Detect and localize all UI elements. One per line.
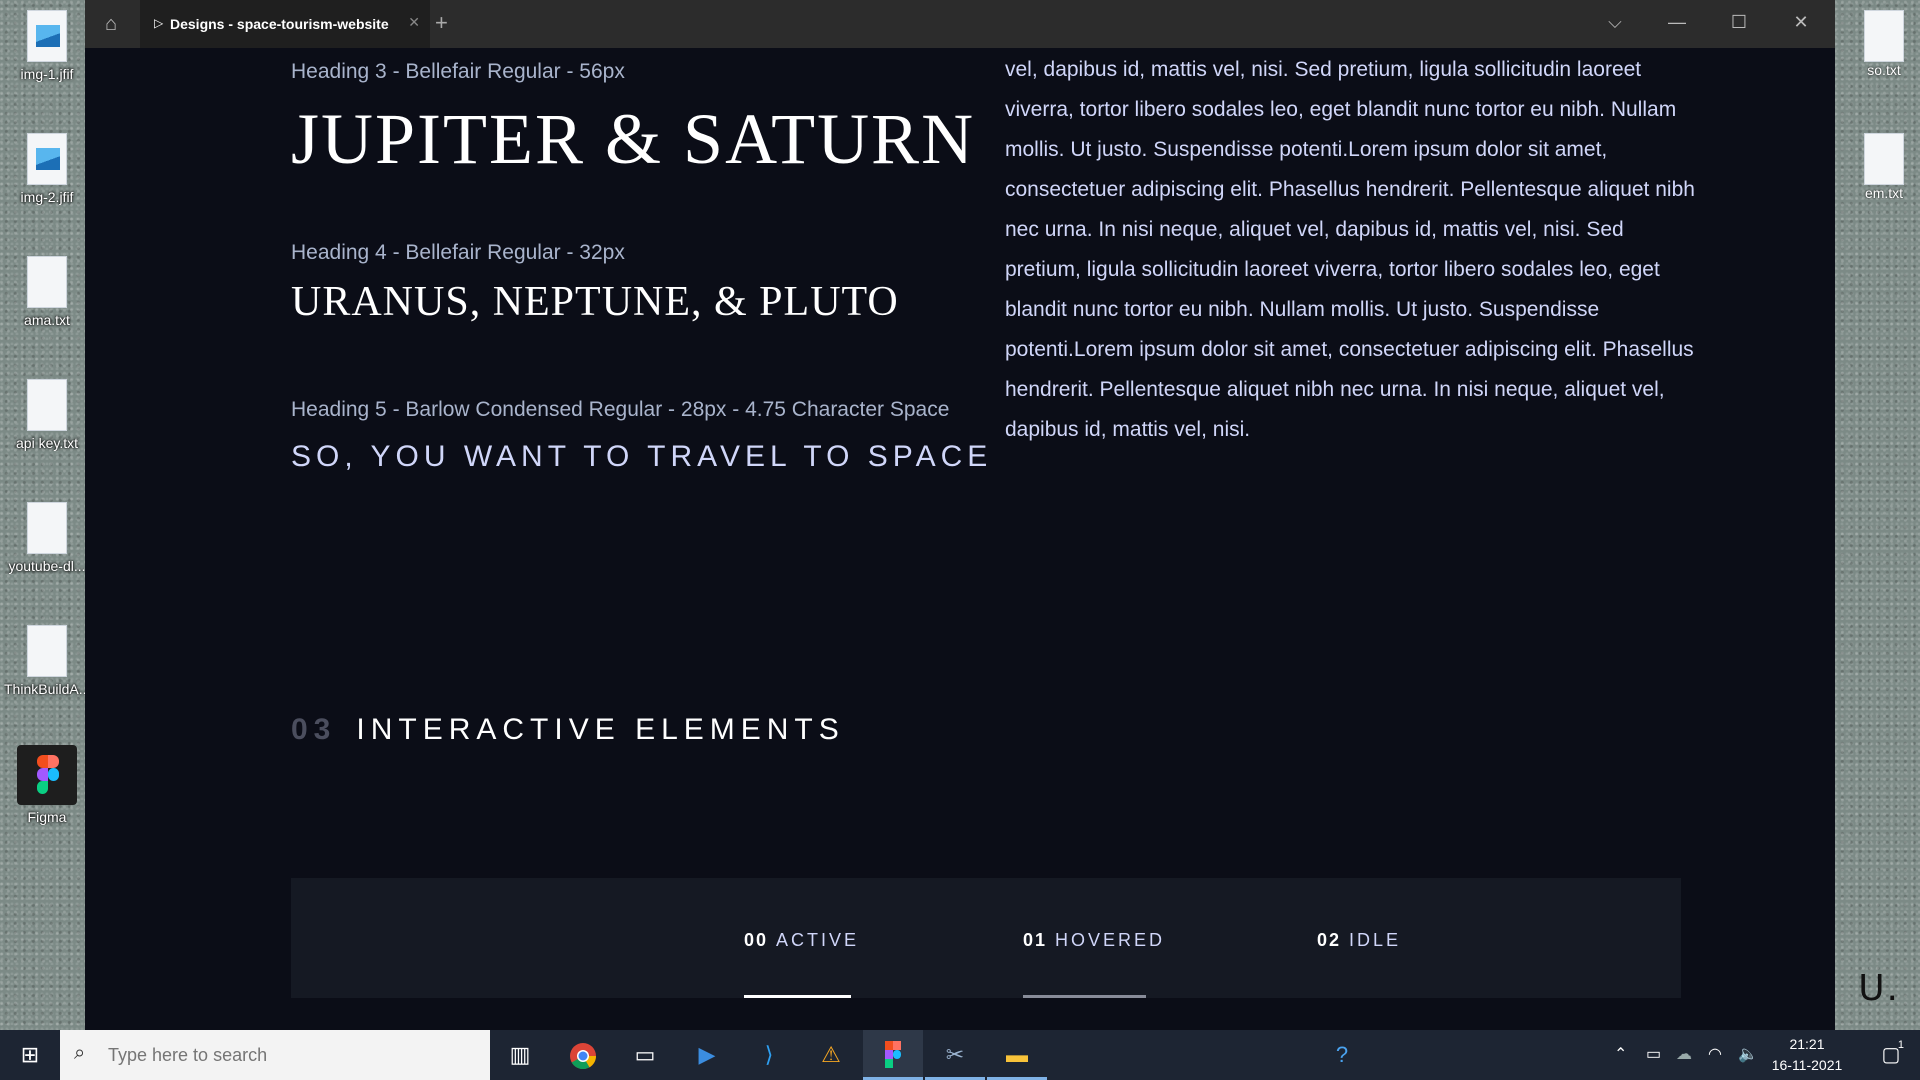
close-window-button[interactable]: ✕ <box>1789 12 1813 33</box>
tab-label: HOVERED <box>1055 930 1166 950</box>
tab-label: IDLE <box>1349 930 1402 950</box>
text-file-icon <box>1864 10 1904 62</box>
maximize-button[interactable]: ☐ <box>1727 12 1751 33</box>
search-input[interactable] <box>108 1030 478 1080</box>
desktop-icon-label: img-1.jfif <box>20 66 74 82</box>
wallpaper-edge-text: U. <box>1858 968 1900 1009</box>
desktop-icon-api-key[interactable]: api key.txt <box>4 379 90 451</box>
figma-taskbar-icon[interactable] <box>863 1030 923 1080</box>
desktop-icon-label: img-2.jfif <box>20 189 74 205</box>
taskbar-search[interactable]: ⌕ <box>60 1030 490 1080</box>
desktop-icon-youtube-dl[interactable]: youtube-dl... <box>4 502 90 574</box>
desktop-icons: img-1.jfif img-2.jfif ama.txt api key.tx… <box>0 0 90 1030</box>
figma-icon <box>17 745 77 805</box>
tab-number: 02 <box>1317 930 1342 950</box>
desktop-icon-label: ThinkBuildA... <box>4 681 90 697</box>
tab-active[interactable]: 00 ACTIVE <box>744 878 856 998</box>
desktop-icon-label: so.txt <box>1867 62 1901 78</box>
help-icon[interactable]: ? <box>1312 1030 1372 1080</box>
wifi-icon[interactable]: ◠ <box>1708 1030 1722 1080</box>
clock-time: 21:21 <box>1789 1036 1825 1052</box>
desktop-icon-label: ama.txt <box>24 312 70 328</box>
figma-window: ⌂ ▷ Designs - space-tourism-website ✕ + … <box>85 0 1835 1030</box>
heading-3: JUPITER & SATURN <box>291 99 976 179</box>
desktop-icon-img-2[interactable]: img-2.jfif <box>4 133 90 205</box>
chevron-down-icon[interactable]: ⌵ <box>1603 12 1627 33</box>
close-tab-icon[interactable]: ✕ <box>408 14 420 31</box>
file-icon <box>27 625 67 677</box>
play-icon: ▷ <box>154 16 164 30</box>
desktop-icon-so[interactable]: so.txt <box>1854 10 1914 78</box>
battery-icon[interactable]: ▭ <box>1646 1030 1661 1080</box>
chrome-icon[interactable] <box>553 1030 613 1080</box>
new-tab-button[interactable]: + <box>435 10 448 36</box>
design-canvas: Heading 3 - Bellefair Regular - 56px JUP… <box>85 48 1835 1030</box>
section-number: 03 <box>291 713 337 746</box>
windows-start-icon[interactable]: ⊞ <box>0 1030 60 1080</box>
file-explorer-icon[interactable]: ▬ <box>987 1030 1047 1080</box>
tab-label: ACTIVE <box>776 930 860 950</box>
text-file-icon <box>27 379 67 431</box>
search-icon: ⌕ <box>74 1042 86 1064</box>
desktop-icon-figma[interactable]: Figma <box>4 745 90 825</box>
app-triangle-icon[interactable]: ⚠ <box>801 1030 861 1080</box>
title-bar: ⌂ ▷ Designs - space-tourism-website ✕ + … <box>85 0 1835 48</box>
notification-icon[interactable]: ▢ 1 <box>1866 1030 1916 1080</box>
h4-caption: Heading 4 - Bellefair Regular - 32px <box>291 241 625 264</box>
powershell-icon[interactable]: ▶ <box>677 1030 737 1080</box>
image-file-icon <box>27 10 67 62</box>
tab-indicator-hovered <box>1023 995 1146 998</box>
interactive-tabs-panel: 00 ACTIVE 01 HOVERED 02 IDLE <box>291 878 1681 998</box>
tray-chevron-up-icon[interactable]: ⌃ <box>1614 1030 1627 1080</box>
body-text: vel, dapibus id, mattis vel, nisi. Sed p… <box>1005 58 1695 441</box>
desktop-icon-ama[interactable]: ama.txt <box>4 256 90 328</box>
tab-indicator-active <box>744 995 851 998</box>
h3-caption: Heading 3 - Bellefair Regular - 56px <box>291 60 625 83</box>
desktop-icon-em[interactable]: em.txt <box>1854 133 1914 201</box>
terminal-icon[interactable]: ▭ <box>615 1030 675 1080</box>
volume-icon[interactable]: 🔈 <box>1738 1030 1758 1080</box>
document-tab[interactable]: ▷ Designs - space-tourism-website ✕ <box>140 0 430 48</box>
desktop-icon-label: api key.txt <box>16 435 78 451</box>
h5-caption: Heading 5 - Barlow Condensed Regular - 2… <box>291 398 950 421</box>
minimize-button[interactable]: — <box>1665 12 1689 33</box>
vscode-icon[interactable]: ⟩ <box>739 1030 799 1080</box>
notification-count: 1 <box>1897 1039 1904 1051</box>
heading-5: SO, YOU WANT TO TRAVEL TO SPACE <box>291 440 993 473</box>
desktop-icon-label: Figma <box>27 809 67 825</box>
clock[interactable]: 21:21 16-11-2021 <box>1762 1034 1852 1076</box>
section-title: 03 INTERACTIVE ELEMENTS <box>291 713 845 747</box>
section-label: INTERACTIVE ELEMENTS <box>356 713 845 746</box>
text-file-icon <box>1864 133 1904 185</box>
tab-title: Designs - space-tourism-website <box>170 16 389 32</box>
tab-number: 00 <box>744 930 769 950</box>
file-icon <box>27 502 67 554</box>
text-file-icon <box>27 256 67 308</box>
onedrive-icon[interactable]: ☁ <box>1676 1030 1692 1080</box>
image-file-icon <box>27 133 67 185</box>
chrome-logo-icon <box>570 1043 597 1070</box>
tab-hovered[interactable]: 01 HOVERED <box>1023 878 1162 998</box>
tab-number: 01 <box>1023 930 1048 950</box>
heading-4: URANUS, NEPTUNE, & PLUTO <box>291 279 899 325</box>
clock-date: 16-11-2021 <box>1771 1057 1843 1073</box>
taskbar: ⊞ ⌕ ▥ ▭ ▶ ⟩ ⚠ ✂ ▬ ? ⌃ ▭ ☁ ◠ 🔈 21:21 16-1… <box>0 1030 1920 1080</box>
home-icon[interactable]: ⌂ <box>97 10 125 38</box>
desktop-icon-thinkbuild[interactable]: ThinkBuildA... <box>4 625 90 697</box>
desktop-icon-label: youtube-dl... <box>8 558 86 574</box>
tab-idle[interactable]: 02 IDLE <box>1317 878 1407 998</box>
desktop-icon-label: em.txt <box>1864 185 1904 201</box>
task-view-icon[interactable]: ▥ <box>490 1030 550 1080</box>
desktop-icon-img-1[interactable]: img-1.jfif <box>4 10 90 82</box>
snipping-tool-icon[interactable]: ✂ <box>925 1030 985 1080</box>
